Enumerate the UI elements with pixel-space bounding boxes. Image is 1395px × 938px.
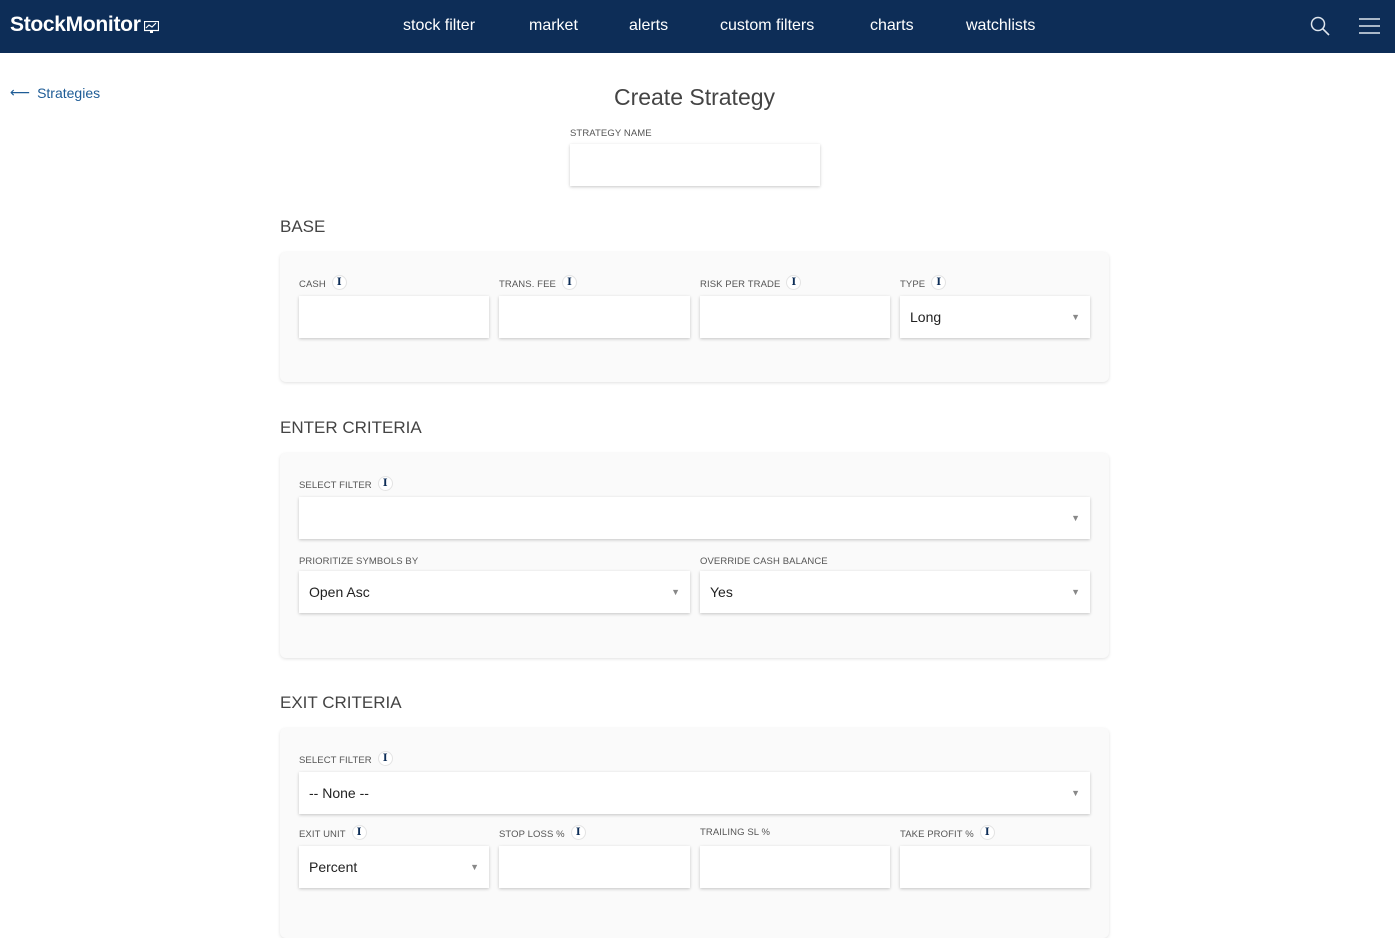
cash-info-icon[interactable]: i — [331, 275, 347, 290]
nav-watchlists[interactable]: watchlists — [966, 17, 1035, 35]
exit-filter-label: SELECT FILTER i — [299, 751, 393, 768]
override-cash-select-value: Yes — [710, 584, 733, 600]
trans-fee-info-icon[interactable]: i — [561, 275, 577, 290]
enter-filter-select[interactable]: ▼ — [299, 497, 1090, 539]
trans-fee-input[interactable] — [499, 296, 690, 338]
trans-fee-label: TRANS. FEE i — [499, 275, 577, 292]
type-select[interactable]: Long ▼ — [900, 296, 1090, 338]
caret-down-icon: ▼ — [671, 587, 680, 597]
cash-label-text: CASH — [299, 279, 326, 290]
strategy-name-label-text: STRATEGY NAME — [570, 128, 652, 139]
exit-unit-select-value: Percent — [309, 859, 358, 875]
type-label: TYPE i — [900, 275, 947, 292]
stop-loss-label-text: STOP LOSS % — [499, 829, 565, 840]
caret-down-icon: ▼ — [1071, 587, 1080, 597]
type-label-text: TYPE — [900, 279, 926, 290]
caret-down-icon: ▼ — [1071, 513, 1080, 523]
enter-filter-label-text: SELECT FILTER — [299, 480, 372, 491]
nav-charts[interactable]: charts — [870, 17, 914, 35]
enter-filter-label: SELECT FILTER i — [299, 476, 393, 493]
search-icon[interactable] — [1310, 16, 1330, 36]
strategy-name-input[interactable] — [570, 144, 820, 186]
cash-label: CASH i — [299, 275, 347, 292]
override-cash-select[interactable]: Yes ▼ — [700, 571, 1090, 613]
take-profit-label-text: TAKE PROFIT % — [900, 829, 974, 840]
exit-unit-info-icon[interactable]: i — [351, 825, 367, 840]
cash-input[interactable] — [299, 296, 489, 338]
exit-unit-label: EXIT UNIT i — [299, 825, 367, 842]
caret-down-icon: ▼ — [470, 862, 479, 872]
override-cash-label-text: OVERRIDE CASH BALANCE — [700, 556, 828, 567]
trailing-sl-label-text: TRAILING SL % — [700, 827, 771, 838]
hamburger-menu-icon[interactable] — [1359, 17, 1380, 35]
stop-loss-input[interactable] — [499, 846, 690, 888]
trailing-sl-label: TRAILING SL % — [700, 827, 770, 838]
caret-down-icon: ▼ — [1071, 788, 1080, 798]
prioritize-symbols-select-value: Open Asc — [309, 584, 370, 600]
enter-criteria-heading: ENTER CRITERIA — [280, 418, 422, 437]
prioritize-symbols-label-text: PRIORITIZE SYMBOLS BY — [299, 556, 419, 567]
prioritize-symbols-select[interactable]: Open Asc ▼ — [299, 571, 690, 613]
base-section-heading: BASE — [280, 217, 326, 236]
exit-filter-info-icon[interactable]: i — [377, 751, 393, 766]
nav-stock-filter[interactable]: stock filter — [403, 17, 475, 35]
override-cash-label: OVERRIDE CASH BALANCE — [700, 556, 828, 567]
main-nav: stock filter market alerts custom filter… — [0, 17, 1395, 37]
exit-unit-select[interactable]: Percent ▼ — [299, 846, 489, 888]
stop-loss-label: STOP LOSS % i — [499, 825, 586, 842]
stop-loss-info-icon[interactable]: i — [570, 825, 586, 840]
top-navbar: StockMonitor stock filter market alerts … — [0, 0, 1395, 53]
trans-fee-label-text: TRANS. FEE — [499, 279, 556, 290]
take-profit-input[interactable] — [900, 846, 1090, 888]
exit-filter-select-value: -- None -- — [309, 785, 369, 801]
exit-unit-label-text: EXIT UNIT — [299, 829, 346, 840]
strategy-name-label: STRATEGY NAME — [570, 128, 652, 139]
risk-per-trade-input[interactable] — [700, 296, 890, 338]
risk-per-trade-info-icon[interactable]: i — [786, 275, 802, 290]
type-info-icon[interactable]: i — [931, 275, 947, 290]
risk-per-trade-label: RISK PER TRADE i — [700, 275, 802, 292]
type-select-value: Long — [910, 309, 942, 325]
nav-alerts[interactable]: alerts — [629, 17, 668, 35]
exit-filter-select[interactable]: -- None -- ▼ — [299, 772, 1090, 814]
trailing-sl-input[interactable] — [700, 846, 890, 888]
page-title: Create Strategy — [613, 84, 776, 110]
nav-market[interactable]: market — [529, 17, 578, 35]
nav-custom-filters[interactable]: custom filters — [720, 17, 814, 35]
exit-criteria-heading: EXIT CRITERIA — [280, 693, 402, 712]
take-profit-label: TAKE PROFIT % i — [900, 825, 995, 842]
take-profit-info-icon[interactable]: i — [979, 825, 995, 840]
enter-filter-info-icon[interactable]: i — [377, 476, 393, 491]
prioritize-symbols-label: PRIORITIZE SYMBOLS BY — [299, 556, 418, 567]
exit-filter-label-text: SELECT FILTER — [299, 755, 372, 766]
caret-down-icon: ▼ — [1071, 312, 1080, 322]
risk-per-trade-label-text: RISK PER TRADE — [700, 279, 781, 290]
